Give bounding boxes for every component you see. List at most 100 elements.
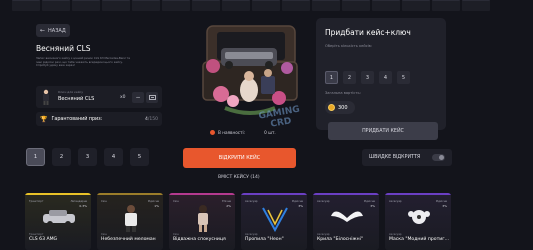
price-value: 300 [338, 104, 348, 111]
guaranteed-label: Гарантований приз: [51, 116, 103, 122]
ticker-item[interactable] [252, 0, 280, 11]
open-count-option[interactable]: 1 [26, 148, 45, 166]
ticker-item[interactable] [42, 0, 70, 11]
item-type-label: Скін [101, 233, 107, 236]
item-category: Скін [101, 200, 107, 203]
arrow-left-icon: ← [40, 27, 46, 34]
open-case-button[interactable]: ВІДКРИТИ КЕЙС [183, 148, 296, 168]
ticker-item[interactable] [462, 0, 490, 11]
key-cart-button[interactable] [146, 92, 158, 103]
case-items-list: Транспорт Легендарне 0.3% Транспорт CLS 63 A… [25, 193, 533, 250]
buy-case-button[interactable]: ПРИДБАТИ КЕЙС [328, 122, 438, 140]
buy-title: Придбати кейс+ключ [325, 28, 411, 37]
case-title: Весняний CLS [36, 44, 91, 53]
open-count-option[interactable]: 4 [104, 148, 123, 166]
cart-icon [148, 94, 156, 100]
availability-count: 0 шт. [264, 130, 276, 135]
key-panel: Ключ для кейсу Весняний CLS x0 − [36, 86, 162, 108]
skin-image [198, 205, 208, 232]
key-count: x0 [120, 95, 126, 100]
case-item-card[interactable]: Аксесуар Рідкісне 3% Аксесуар Пропила "Неон" [241, 193, 307, 250]
key-name: Весняний CLS [58, 96, 95, 102]
key-label: Ключ для кейсу [58, 90, 84, 94]
ticker-item[interactable] [12, 0, 40, 11]
total-label: Загальна вартість: [325, 91, 361, 95]
skin-image [125, 205, 137, 232]
guaranteed-prize-bar: 🏆 Гарантований приз: 4/150 [36, 112, 162, 126]
item-rarity: Рідкісне [291, 200, 303, 203]
item-chance: 1% [154, 204, 159, 208]
item-type-label: Скін [173, 233, 179, 236]
case-item-card[interactable]: Аксесуар Рідкісне 3% Аксесуар Маска "Модний … [385, 193, 451, 250]
availability: В наявності: 0 шт. [210, 130, 276, 135]
item-chance: 2% [226, 204, 231, 208]
fast-open-label: ШВИДКЕ ВІДКРИТТЯ [369, 155, 421, 160]
fast-open-toggle[interactable] [432, 154, 445, 161]
case-item-card[interactable]: Скін Рідкісне 1% Скін Небезпечний меломан [97, 193, 163, 250]
item-rarity: Рідкісне [147, 200, 159, 203]
back-button[interactable]: ← НАЗАД [36, 24, 70, 37]
case-item-card[interactable]: Транспорт Легендарне 0.3% Транспорт CLS 63 A… [25, 193, 91, 250]
qty-option[interactable]: 2 [343, 71, 356, 84]
buy-panel: Придбати кейс+ключ Оберіть кількість кей… [316, 18, 446, 140]
rarity-bar [97, 193, 163, 195]
ticker-item[interactable] [132, 0, 160, 11]
rarity-bar [169, 193, 235, 195]
item-name: Пропила "Неон" [245, 237, 284, 242]
ticker-item[interactable] [162, 0, 190, 11]
qty-option[interactable]: 1 [325, 71, 338, 84]
guaranteed-progress: 4/150 [145, 116, 158, 122]
case-item-card[interactable]: Аксесуар Рідкісне 3% Аксесуар Крила "Білосні… [313, 193, 379, 250]
item-category: Аксесуар [245, 200, 258, 203]
availability-label: В наявності: [218, 130, 246, 135]
item-name: Крила "Білосніжні" [317, 237, 363, 242]
ticker-item[interactable] [102, 0, 130, 11]
ticker-item[interactable] [72, 0, 100, 11]
wings-image [331, 211, 363, 222]
item-name: Відважна спокусниця [173, 237, 226, 242]
item-type-label: Аксесуар [245, 233, 258, 236]
open-count-option[interactable]: 5 [130, 148, 149, 166]
item-chance: 3% [298, 204, 303, 208]
item-type-label: Аксесуар [389, 233, 402, 236]
item-name: Небезпечний меломан [101, 237, 156, 242]
ticker-item[interactable] [432, 0, 460, 11]
coin-icon [328, 104, 335, 111]
back-label: НАЗАД [48, 27, 66, 34]
open-count-option[interactable]: 2 [52, 148, 71, 166]
item-chance: 0.3% [79, 204, 87, 208]
case-item-card[interactable]: Скін Епічне 2% Скін Відважна спокусниця [169, 193, 235, 250]
ticker-item[interactable] [342, 0, 370, 11]
live-drop-ticker [0, 0, 533, 13]
qty-option[interactable]: 5 [397, 71, 410, 84]
key-character-icon [43, 89, 49, 105]
open-count-option[interactable]: 3 [78, 148, 97, 166]
mask-image [408, 210, 430, 224]
rarity-bar [313, 193, 379, 195]
car-image [43, 210, 75, 227]
qty-option[interactable]: 3 [361, 71, 374, 84]
case-page: ← НАЗАД Весняний CLS Запис весняного кей… [0, 0, 533, 250]
rarity-bar [25, 193, 91, 195]
qty-selector: 1 2 3 4 5 [325, 71, 410, 84]
rarity-bar [385, 193, 451, 195]
trophy-icon: 🏆 [40, 115, 48, 123]
ticker-item[interactable] [312, 0, 340, 11]
ticker-item[interactable] [192, 0, 220, 11]
ticker-item[interactable] [282, 0, 310, 11]
ticker-item[interactable] [222, 0, 250, 11]
key-minus-button[interactable]: − [132, 92, 144, 103]
ticker-item[interactable] [372, 0, 400, 11]
fast-open-toggle-row[interactable]: ШВИДКЕ ВІДКРИТТЯ [362, 149, 452, 166]
qty-label: Оберіть кількість кейсів: [325, 44, 372, 48]
item-name: CLS 63 AMG [29, 237, 58, 242]
item-category: Аксесуар [317, 200, 330, 203]
qty-option[interactable]: 4 [379, 71, 392, 84]
item-chance: 3% [442, 204, 447, 208]
ticker-item[interactable] [402, 0, 430, 11]
case-description: Запис весняного кейсу з цінний ринок CLS… [36, 56, 130, 68]
item-name: Маска "Модний протиг... [389, 237, 450, 242]
item-type-label: Аксесуар [317, 233, 330, 236]
item-rarity: Рідкісне [435, 200, 447, 203]
item-rarity: Епічне [222, 200, 231, 203]
